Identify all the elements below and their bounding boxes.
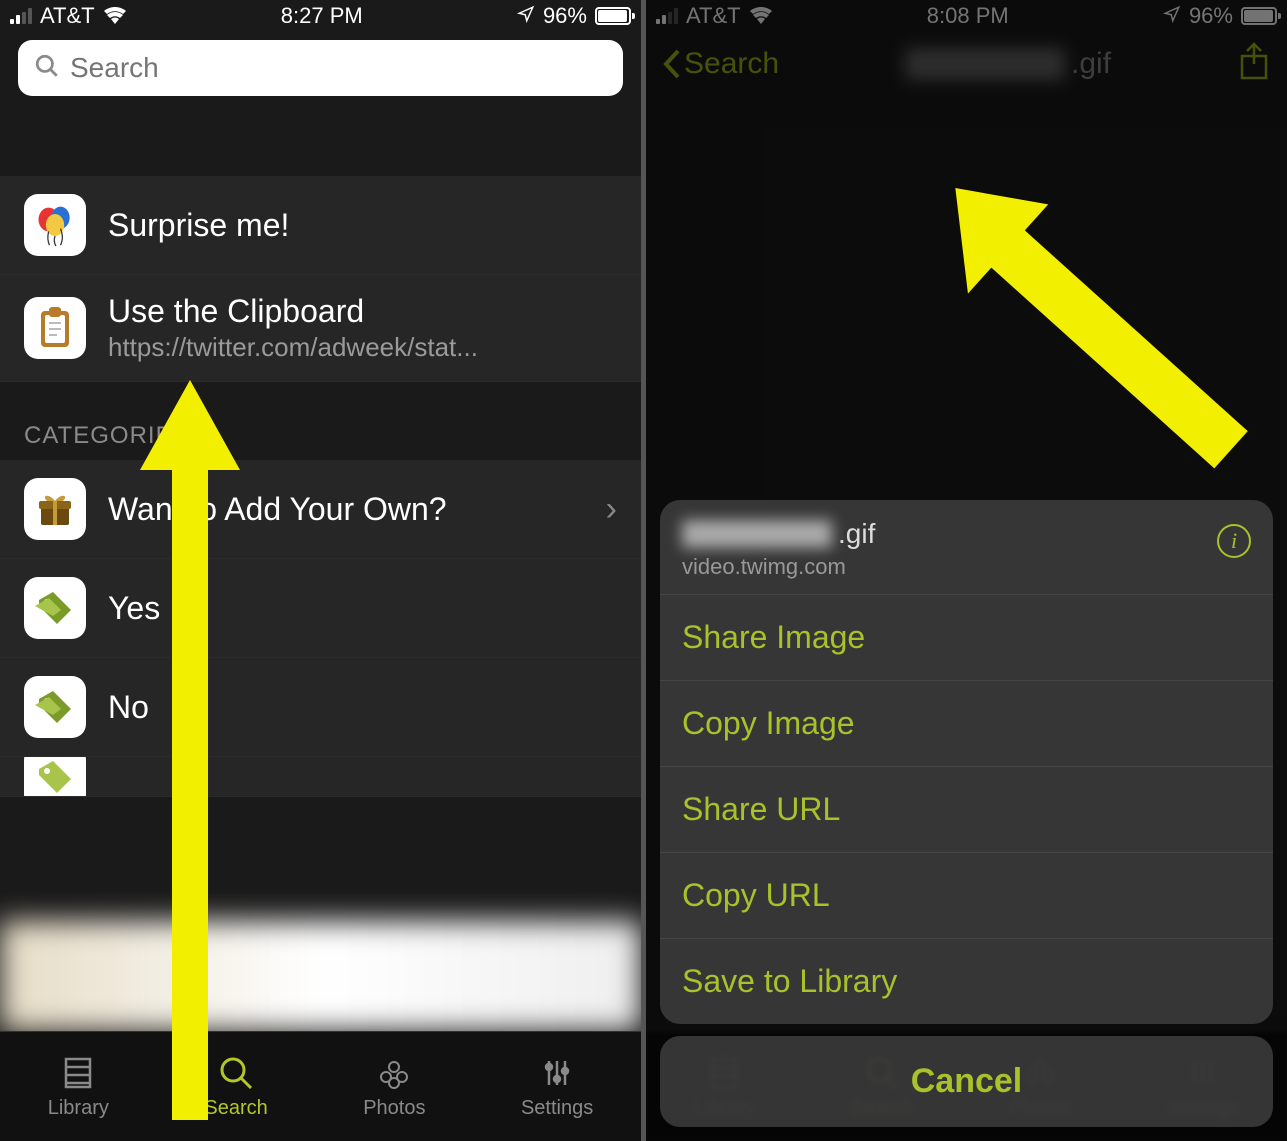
surprise-me-row[interactable]: Surprise me! bbox=[0, 176, 641, 275]
clipboard-url: https://twitter.com/adweek/stat... bbox=[108, 332, 478, 363]
category-yes-row[interactable]: Yes bbox=[0, 559, 641, 658]
no-label: No bbox=[108, 689, 149, 726]
sheet-host: video.twimg.com bbox=[682, 554, 1251, 580]
carrier-label: AT&T bbox=[40, 3, 95, 29]
tab-label: Settings bbox=[521, 1097, 593, 1120]
add-own-row[interactable]: Want to Add Your Own? › bbox=[0, 460, 641, 559]
tag-icon bbox=[24, 676, 86, 738]
tag-icon bbox=[24, 757, 86, 797]
clipboard-row[interactable]: Use the Clipboard https://twitter.com/ad… bbox=[0, 275, 641, 382]
sheet-share-image[interactable]: Share Image bbox=[660, 595, 1273, 681]
tab-search[interactable]: Search bbox=[204, 1053, 267, 1120]
sheet-copy-image[interactable]: Copy Image bbox=[660, 681, 1273, 767]
sheet-save-library[interactable]: Save to Library bbox=[660, 939, 1273, 1024]
search-icon bbox=[34, 53, 60, 84]
search-input[interactable] bbox=[18, 40, 623, 96]
sheet-filename: .gif bbox=[682, 518, 1251, 550]
categories-header: CATEGORIES bbox=[0, 382, 641, 460]
signal-icon bbox=[10, 8, 32, 24]
status-time: 8:27 PM bbox=[281, 3, 363, 29]
gift-icon bbox=[24, 478, 86, 540]
tab-label: Photos bbox=[363, 1097, 425, 1120]
surprise-label: Surprise me! bbox=[108, 207, 289, 244]
balloons-icon bbox=[24, 194, 86, 256]
yes-label: Yes bbox=[108, 590, 160, 627]
status-bar: AT&T 8:27 PM 96% bbox=[0, 0, 641, 32]
sheet-header: .gif video.twimg.com i bbox=[660, 500, 1273, 595]
action-sheet: .gif video.twimg.com i Share Image Copy … bbox=[660, 500, 1273, 1024]
category-no-row[interactable]: No bbox=[0, 658, 641, 757]
search-field[interactable] bbox=[70, 52, 607, 84]
category-row-partial[interactable] bbox=[0, 757, 641, 797]
battery-icon bbox=[595, 7, 631, 25]
tab-bar: Library Search Photos Settings bbox=[0, 1031, 641, 1141]
battery-pct: 96% bbox=[543, 3, 587, 29]
sheet-share-url[interactable]: Share URL bbox=[660, 767, 1273, 853]
tab-library[interactable]: Library bbox=[48, 1053, 109, 1120]
wifi-icon bbox=[103, 7, 127, 25]
screenshot-right: AT&T 8:08 PM 96% Search .gif Libra bbox=[646, 0, 1287, 1141]
tag-icon bbox=[24, 577, 86, 639]
sheet-cancel[interactable]: Cancel bbox=[660, 1036, 1273, 1127]
clipboard-icon bbox=[24, 297, 86, 359]
location-icon bbox=[517, 3, 535, 29]
tab-settings[interactable]: Settings bbox=[521, 1053, 593, 1120]
chevron-right-icon: › bbox=[606, 490, 617, 529]
ad-banner bbox=[0, 921, 641, 1031]
info-icon[interactable]: i bbox=[1217, 524, 1251, 558]
tab-photos[interactable]: Photos bbox=[363, 1053, 425, 1120]
action-sheet-overlay[interactable]: .gif video.twimg.com i Share Image Copy … bbox=[646, 0, 1287, 1141]
tab-label: Search bbox=[204, 1097, 267, 1120]
clipboard-title: Use the Clipboard bbox=[108, 293, 478, 330]
add-own-label: Want to Add Your Own? bbox=[108, 491, 447, 528]
tab-label: Library bbox=[48, 1097, 109, 1120]
sheet-copy-url[interactable]: Copy URL bbox=[660, 853, 1273, 939]
screenshot-left: AT&T 8:27 PM 96% bbox=[0, 0, 641, 1141]
